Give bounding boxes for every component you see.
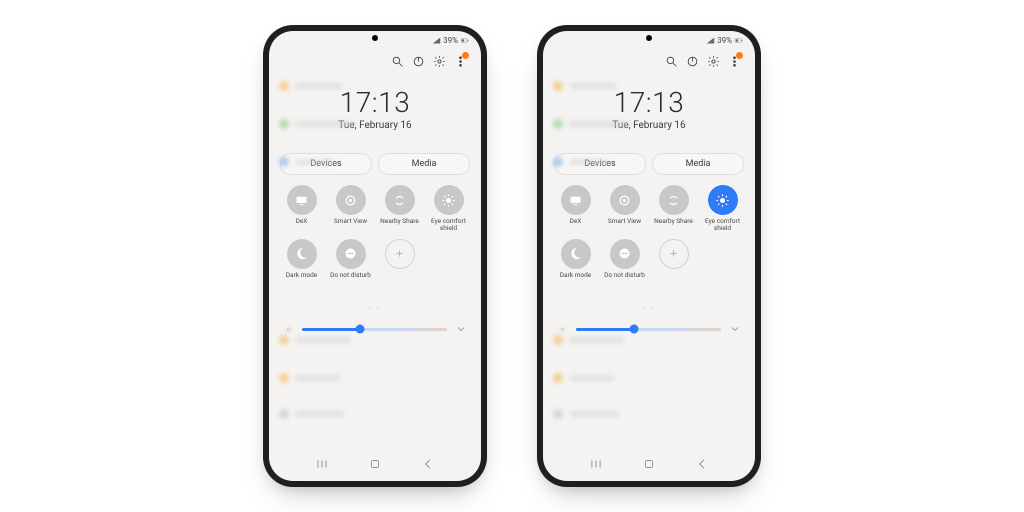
tile-nearby-share[interactable]: Nearby Share <box>375 185 424 233</box>
eye-comfort-icon <box>708 185 738 215</box>
more-options-icon[interactable] <box>453 54 467 68</box>
front-camera <box>646 35 652 41</box>
brightness-slider[interactable] <box>302 328 447 331</box>
tile-smart-view[interactable]: Smart View <box>600 185 649 233</box>
power-icon[interactable] <box>685 54 699 68</box>
quick-tiles: DeX Smart View Nearby Share Eye comfort … <box>269 175 481 292</box>
eye-comfort-icon <box>434 185 464 215</box>
battery-percent: 39% <box>717 36 732 45</box>
slider-thumb[interactable] <box>630 325 639 334</box>
dark-mode-icon <box>561 239 591 269</box>
quick-settings-panel: 39% 17:13 Tue, February 16 Devices Media… <box>269 31 481 481</box>
expand-chevron-icon[interactable] <box>455 320 467 339</box>
tile-dnd[interactable]: Do not disturb <box>326 239 375 286</box>
dnd-icon <box>610 239 640 269</box>
nearby-share-icon <box>659 185 689 215</box>
recents-button[interactable] <box>315 456 329 475</box>
brightness-slider[interactable] <box>576 328 721 331</box>
phone-left: 39% 17:13 Tue, February 16 Devices Media… <box>263 25 487 487</box>
tile-dark-mode[interactable]: Dark mode <box>551 239 600 286</box>
dnd-icon <box>336 239 366 269</box>
nearby-share-icon <box>385 185 415 215</box>
home-button[interactable] <box>642 456 656 475</box>
search-icon[interactable] <box>390 54 404 68</box>
tile-add[interactable] <box>375 239 424 286</box>
expand-chevron-icon[interactable] <box>729 320 741 339</box>
battery-percent: 39% <box>443 36 458 45</box>
recents-button[interactable] <box>589 456 603 475</box>
notification-badge <box>462 52 469 59</box>
back-button[interactable] <box>421 456 435 475</box>
smart-view-icon <box>610 185 640 215</box>
panel-toolbar <box>269 47 481 68</box>
home-button[interactable] <box>368 456 382 475</box>
tile-dex[interactable]: DeX <box>551 185 600 233</box>
tile-eye-comfort[interactable]: Eye comfort shield <box>698 185 747 233</box>
front-camera <box>372 35 378 41</box>
tile-dnd[interactable]: Do not disturb <box>600 239 649 286</box>
tile-nearby-share[interactable]: Nearby Share <box>649 185 698 233</box>
quick-settings-panel: 39% 17:13 Tue, February 16 Devices Media… <box>543 31 755 481</box>
smart-view-icon <box>336 185 366 215</box>
power-icon[interactable] <box>411 54 425 68</box>
tile-dark-mode[interactable]: Dark mode <box>277 239 326 286</box>
quick-tiles: DeX Smart View Nearby Share Eye comfort … <box>543 175 755 292</box>
tile-dex[interactable]: DeX <box>277 185 326 233</box>
dex-icon <box>287 185 317 215</box>
media-chip[interactable]: Media <box>378 153 470 175</box>
media-chip[interactable]: Media <box>652 153 744 175</box>
settings-gear-icon[interactable] <box>706 54 720 68</box>
panel-toolbar <box>543 47 755 68</box>
dark-mode-icon <box>287 239 317 269</box>
phone-right: 39% 17:13 Tue, February 16 Devices Media… <box>537 25 761 487</box>
more-options-icon[interactable] <box>727 54 741 68</box>
add-tile-icon <box>385 239 415 269</box>
notification-badge <box>736 52 743 59</box>
dex-icon <box>561 185 591 215</box>
tile-smart-view[interactable]: Smart View <box>326 185 375 233</box>
slider-thumb[interactable] <box>356 325 365 334</box>
navigation-bar <box>543 456 755 475</box>
add-tile-icon <box>659 239 689 269</box>
back-button[interactable] <box>695 456 709 475</box>
search-icon[interactable] <box>664 54 678 68</box>
page-indicator: . . <box>543 302 755 310</box>
settings-gear-icon[interactable] <box>432 54 446 68</box>
navigation-bar <box>269 456 481 475</box>
tile-add[interactable] <box>649 239 698 286</box>
page-indicator: . . <box>269 302 481 310</box>
tile-eye-comfort[interactable]: Eye comfort shield <box>424 185 473 233</box>
